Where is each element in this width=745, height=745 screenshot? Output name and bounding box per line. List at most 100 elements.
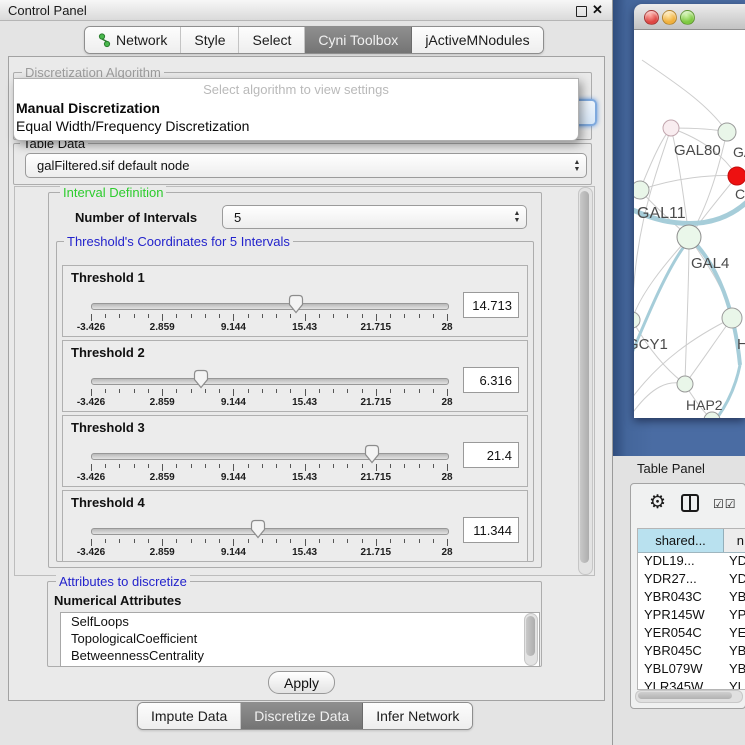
slider-tick: [262, 539, 263, 543]
attribute-list-item[interactable]: SelfLoops: [61, 613, 539, 630]
slider-tick: [105, 314, 106, 318]
table-row[interactable]: YER054CYER0: [638, 625, 745, 643]
table-row[interactable]: YBR043CYBR0: [638, 589, 745, 607]
attribute-list-item[interactable]: BetweennessCentrality: [61, 647, 539, 664]
gal4-node[interactable]: [677, 225, 701, 249]
tab-select[interactable]: Select: [239, 27, 305, 53]
dropdown-option-manual[interactable]: Manual Discretization: [16, 100, 160, 116]
node-attribute-table[interactable]: shared... n YDL19...YDL1YDR27...YDR2YBR0…: [637, 528, 745, 690]
split-columns-icon[interactable]: [681, 494, 699, 512]
attributes-scrollbar-thumb[interactable]: [526, 616, 535, 656]
float-window-icon[interactable]: [576, 6, 587, 17]
cell-shared-name: YDR27...: [638, 571, 723, 589]
slider-tick: [290, 464, 291, 468]
table-header-row: shared... n: [638, 529, 745, 553]
slider-tick: [433, 539, 434, 543]
slider-tick: [404, 314, 405, 318]
node-label-gal80: GAL80: [674, 142, 721, 159]
network-edge[interactable]: [689, 237, 732, 318]
table-horizontal-scrollbar[interactable]: [635, 690, 743, 703]
slider-track[interactable]: [91, 453, 449, 460]
network-edge[interactable]: [685, 237, 689, 384]
tab-network[interactable]: Network: [85, 27, 181, 53]
gcy1-node[interactable]: [634, 312, 640, 328]
network-edge[interactable]: [642, 60, 727, 132]
table-row[interactable]: YBL079WYBL0: [638, 661, 745, 679]
right-node[interactable]: [722, 308, 742, 328]
gear-icon[interactable]: ⚙: [649, 491, 666, 514]
slider-thumb[interactable]: [363, 444, 381, 464]
slider-tick: [290, 539, 291, 543]
numerical-attributes-list[interactable]: SelfLoopsTopologicalCoefficientBetweenne…: [60, 612, 540, 667]
tab-cyni-toolbox[interactable]: Cyni Toolbox: [305, 27, 412, 53]
table-row[interactable]: YBR045CYBR0: [638, 643, 745, 661]
select-columns-checkboxes-icon[interactable]: ☑☑: [713, 497, 737, 511]
table-hscrollbar-thumb[interactable]: [638, 692, 732, 699]
close-traffic-light[interactable]: [644, 10, 659, 25]
apply-button[interactable]: Apply: [268, 671, 335, 694]
table-row[interactable]: YPR145WYPR1: [638, 607, 745, 625]
panel-vertical-scrollbar[interactable]: [578, 187, 593, 575]
network-edge[interactable]: [634, 128, 671, 320]
zoom-traffic-light[interactable]: [680, 10, 695, 25]
cell-name: YBL0: [723, 661, 745, 679]
threshold-value-field[interactable]: 11.344: [463, 517, 519, 543]
minimize-traffic-light[interactable]: [662, 10, 677, 25]
slider-tick: [447, 464, 448, 471]
column-header-shared-name[interactable]: shared...: [638, 529, 724, 552]
slider-axis-label: 15.43: [292, 472, 317, 483]
close-icon[interactable]: ✕: [592, 2, 603, 18]
tab-jactivemnodules[interactable]: jActiveMNodules: [412, 27, 542, 53]
attribute-list-item[interactable]: TopologicalCoefficient: [61, 630, 539, 647]
network-edge[interactable]: [634, 383, 685, 418]
dropdown-option-equal-width[interactable]: Equal Width/Frequency Discretization: [16, 118, 249, 134]
tab-infer-network[interactable]: Infer Network: [363, 703, 472, 729]
threshold-value-field[interactable]: 14.713: [463, 292, 519, 318]
threshold-card-1: Threshold 1-3.4262.8599.14415.4321.71528…: [62, 265, 528, 337]
table-row[interactable]: YDL19...YDL1: [638, 553, 745, 571]
network-canvas[interactable]: GAL80GACGAL11GAL4GCY1HHAP2: [634, 30, 745, 418]
cell-shared-name: YBR043C: [638, 589, 723, 607]
slider-track[interactable]: [91, 378, 449, 385]
network-edge[interactable]: [685, 318, 732, 384]
attributes-list-scrollbar[interactable]: [524, 613, 538, 666]
gal80-node[interactable]: [663, 120, 679, 136]
slider-axis-label: 21.715: [361, 547, 392, 558]
slider-track[interactable]: [91, 303, 449, 310]
slider-tick: [119, 464, 120, 468]
slider-thumb[interactable]: [192, 369, 210, 389]
top-right-node[interactable]: [718, 123, 736, 141]
threshold-value-field[interactable]: 6.316: [463, 367, 519, 393]
slider-tick: [162, 464, 163, 471]
slider-tick: [404, 389, 405, 393]
slider-thumb[interactable]: [287, 294, 305, 314]
gal11-node[interactable]: [634, 181, 649, 199]
num-intervals-spinner[interactable]: 5 ▲▼: [222, 205, 527, 229]
slider-track[interactable]: [91, 528, 449, 535]
slider-axis-label: 21.715: [361, 322, 392, 333]
tab-style[interactable]: Style: [181, 27, 239, 53]
window-title: Control Panel: [8, 3, 87, 18]
tab-impute-data[interactable]: Impute Data: [138, 703, 241, 729]
slider-tick: [419, 389, 420, 393]
table-data-combo[interactable]: galFiltered.sif default node ▲▼: [25, 153, 587, 178]
spinner-arrows-icon: ▲▼: [508, 210, 526, 224]
slider-thumb[interactable]: [249, 519, 267, 539]
network-icon: [98, 33, 111, 48]
slider-tick: [447, 389, 448, 396]
slider-axis-label: 15.43: [292, 547, 317, 558]
threshold-value-field[interactable]: 21.4: [463, 442, 519, 468]
tab-discretize-data[interactable]: Discretize Data: [241, 703, 363, 729]
table-row[interactable]: YLR345WYLR3: [638, 679, 745, 690]
table-row[interactable]: YDR27...YDR2: [638, 571, 745, 589]
panel-scrollbar-thumb[interactable]: [580, 191, 589, 563]
selected-red-node[interactable]: [728, 167, 745, 185]
network-edge[interactable]: [640, 128, 671, 190]
slider-tick: [319, 314, 320, 318]
thresholds-group-title: Threshold's Coordinates for 5 Intervals: [64, 234, 293, 249]
slider-tick: [91, 539, 92, 546]
column-header-name[interactable]: n: [724, 529, 745, 552]
cell-name: YDL1: [723, 553, 745, 571]
hap2-node[interactable]: [677, 376, 693, 392]
slider-tick: [262, 389, 263, 393]
